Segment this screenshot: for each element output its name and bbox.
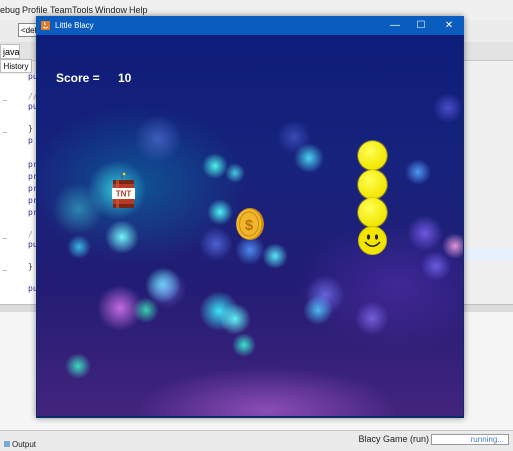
- bokeh-light: [202, 153, 228, 179]
- snake-body-segment: [358, 198, 387, 227]
- bokeh-light: [262, 243, 288, 269]
- game-window: Little Blacy — ☐ ✕ Score = 10 TNT $: [36, 16, 464, 418]
- menu-help[interactable]: Help: [129, 5, 148, 15]
- menu-profile[interactable]: Profile: [22, 5, 48, 15]
- fold-marker[interactable]: [3, 238, 7, 239]
- fold-marker[interactable]: [3, 100, 7, 101]
- snake-body-segment: [358, 141, 387, 170]
- code-line: p: [28, 136, 33, 145]
- maximize-button[interactable]: ☐: [408, 16, 434, 35]
- bokeh-light: [52, 183, 104, 235]
- menu-debug[interactable]: ebug: [0, 5, 20, 15]
- bokeh-light: [199, 227, 233, 261]
- tab-history[interactable]: History: [0, 59, 32, 73]
- score-label: Score =: [56, 71, 100, 85]
- tab-output[interactable]: Output: [0, 440, 60, 450]
- bokeh-light: [421, 251, 451, 281]
- tnt-icon: TNT: [112, 172, 135, 208]
- coin-icon: $: [236, 208, 264, 240]
- window-title: Little Blacy: [55, 21, 94, 30]
- status-progress-text: running...: [470, 435, 504, 444]
- menu-team[interactable]: Team: [50, 5, 72, 15]
- bokeh-light: [65, 353, 91, 379]
- minimize-button[interactable]: —: [382, 16, 408, 35]
- bokeh-light: [67, 235, 91, 259]
- menu-window[interactable]: Window: [95, 5, 127, 15]
- menu-tools[interactable]: Tools: [72, 5, 93, 15]
- output-icon: [4, 441, 10, 447]
- snake-body-segment: [358, 170, 387, 199]
- bokeh-light: [105, 220, 139, 254]
- coin-symbol: $: [245, 217, 254, 234]
- status-project-label: Blacy Game (run): [358, 434, 429, 444]
- bokeh-light: [303, 295, 333, 325]
- bokeh-light: [225, 163, 245, 183]
- ide-status-bar: Blacy Game (run) running...: [0, 430, 513, 451]
- code-line: }: [28, 124, 33, 133]
- bokeh-light: [147, 269, 187, 309]
- bokeh-light: [207, 199, 233, 225]
- fold-marker[interactable]: [3, 270, 7, 271]
- snake-head-smiley-icon: [358, 226, 387, 255]
- tnt-label: TNT: [116, 190, 132, 199]
- code-line: /: [28, 230, 33, 239]
- code-line: }: [28, 262, 33, 271]
- fold-marker[interactable]: [3, 132, 7, 133]
- bokeh-light: [134, 115, 182, 163]
- java-app-icon: [41, 21, 50, 30]
- status-progress-bar[interactable]: running...: [431, 434, 509, 445]
- bokeh-light: [405, 159, 431, 185]
- bokeh-light: [294, 143, 324, 173]
- window-titlebar[interactable]: Little Blacy — ☐ ✕: [36, 16, 464, 35]
- output-tab-label: Output: [12, 440, 37, 449]
- tab-java-file[interactable]: java: [0, 44, 20, 59]
- code-editor[interactable]: pu // pu } p pr pr pr pr pr / pu } pu: [0, 72, 40, 304]
- bokeh-light: [219, 303, 251, 335]
- bokeh-light: [355, 301, 389, 335]
- bokeh-light: [407, 215, 443, 251]
- bokeh-light: [433, 93, 463, 123]
- bokeh-light: [232, 333, 256, 357]
- game-canvas[interactable]: Score = 10 TNT $: [37, 35, 463, 416]
- close-button[interactable]: ✕: [436, 16, 462, 35]
- score-value: 10: [118, 71, 132, 85]
